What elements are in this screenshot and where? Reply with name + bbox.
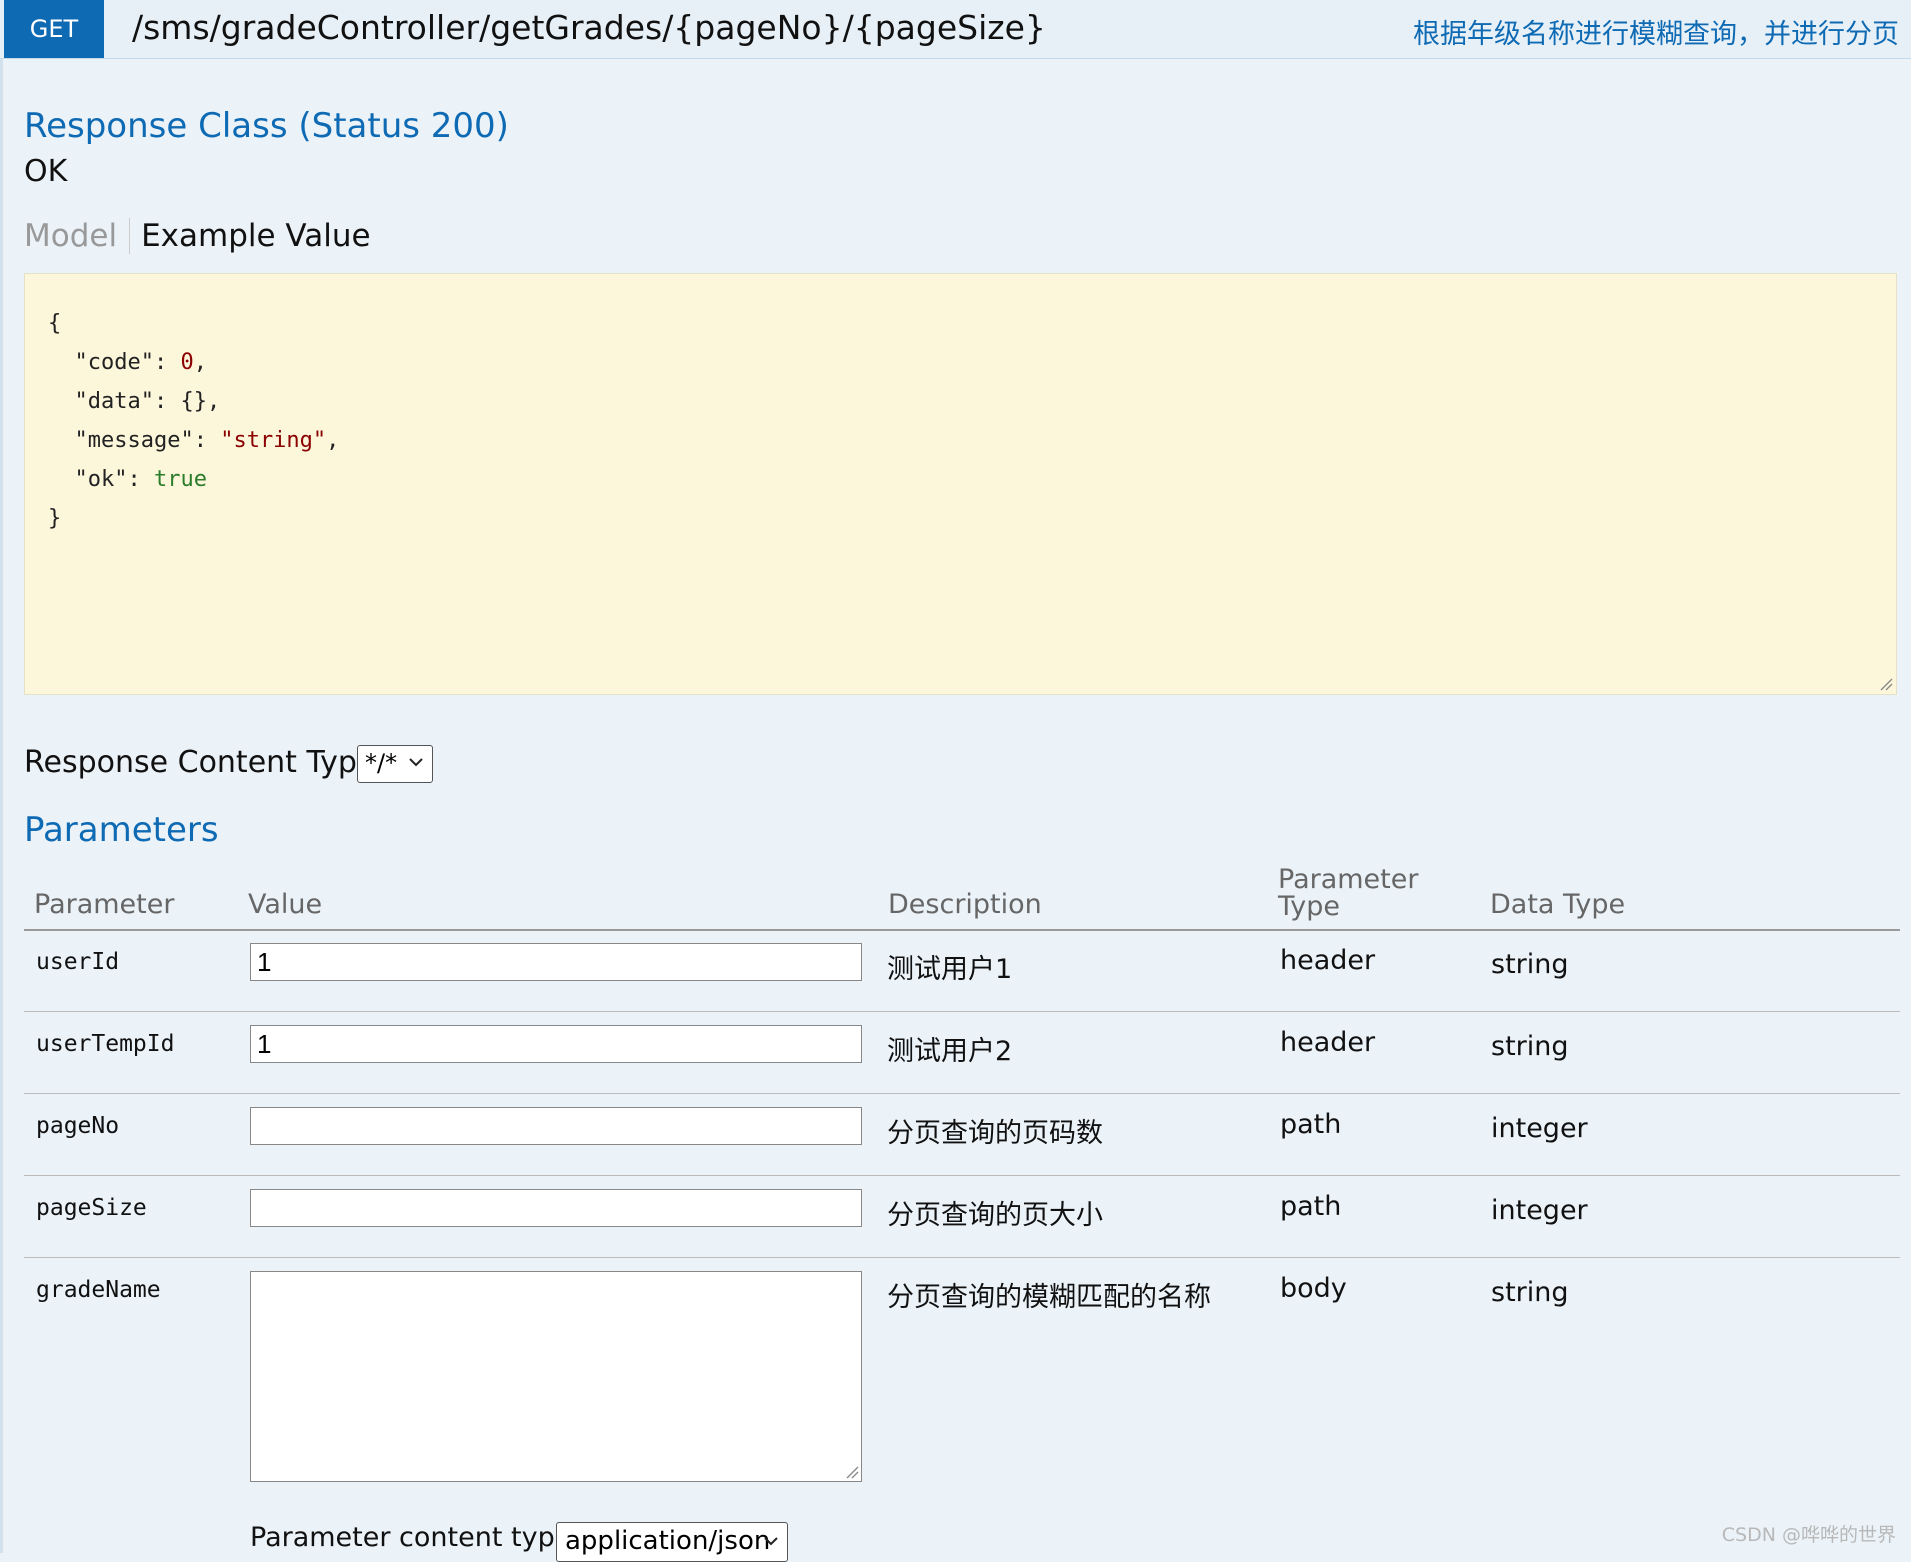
param-value-input[interactable]: 1 [250, 943, 862, 981]
param-value-input[interactable]: 1 [250, 1025, 862, 1063]
chevron-down-icon [409, 758, 423, 767]
http-method-badge[interactable]: GET [4, 0, 104, 58]
left-border [0, 58, 3, 1553]
chevron-down-icon [764, 1537, 778, 1546]
response-content-type-label: Response Content Type [24, 745, 376, 780]
col-description: Description [888, 889, 1042, 920]
param-value-input[interactable] [250, 1107, 862, 1145]
col-parameter-type: Parameter Type [1278, 864, 1419, 922]
param-description: 测试用户1 [887, 954, 1013, 985]
table-row: userTempId 1 测试用户2 header string [24, 1011, 1900, 1094]
param-name: pageNo [36, 1113, 120, 1139]
param-body-textarea[interactable] [250, 1271, 862, 1482]
example-json: { "code": 0, "data": {}, "message": "str… [48, 311, 340, 531]
operation-path[interactable]: /sms/gradeController/getGrades/{pageNo}/… [132, 8, 1046, 47]
param-type: path [1280, 1109, 1342, 1140]
watermark: CSDN @哗哗的世界 [1721, 1524, 1896, 1546]
param-name: userId [36, 949, 120, 975]
param-data-type: string [1491, 1277, 1569, 1308]
param-name: pageSize [36, 1195, 147, 1221]
parameters-table-header: Parameter Value Description Parameter Typ… [24, 866, 1900, 931]
param-data-type: integer [1491, 1113, 1588, 1144]
param-type: path [1280, 1191, 1342, 1222]
param-data-type: string [1491, 1031, 1569, 1062]
table-row: gradeName 分页查询的模糊匹配的名称 body string [24, 1257, 1900, 1553]
col-data-type: Data Type [1490, 889, 1626, 920]
response-class-heading: Response Class (Status 200) [24, 106, 509, 146]
param-description: 分页查询的页码数 [887, 1118, 1103, 1149]
operation-header[interactable]: GET /sms/gradeController/getGrades/{page… [0, 0, 1911, 59]
table-row: pageNo 分页查询的页码数 path integer [24, 1093, 1900, 1176]
response-content-type-select[interactable]: */* [357, 745, 433, 783]
param-data-type: string [1491, 949, 1569, 980]
param-description: 测试用户2 [887, 1036, 1013, 1067]
tab-model[interactable]: Model [24, 218, 131, 254]
parameter-content-type-label: Parameter content type: [250, 1522, 581, 1553]
param-description: 分页查询的模糊匹配的名称 [887, 1282, 1211, 1313]
param-type: body [1280, 1273, 1347, 1304]
table-row: userId 1 测试用户1 header string [24, 929, 1900, 1012]
param-value-input[interactable] [250, 1189, 862, 1227]
response-status-text: OK [24, 154, 68, 189]
resize-grip-icon[interactable] [845, 1465, 859, 1479]
param-type: header [1280, 945, 1376, 976]
tab-example-value[interactable]: Example Value [130, 218, 370, 254]
parameters-heading: Parameters [24, 810, 219, 850]
response-tabs: Model Example Value [24, 218, 371, 254]
col-value: Value [248, 889, 323, 920]
resize-grip-icon[interactable] [1879, 677, 1893, 691]
col-parameter: Parameter [34, 889, 175, 920]
table-row: pageSize 分页查询的页大小 path integer [24, 1175, 1900, 1258]
example-value-box[interactable]: { "code": 0, "data": {}, "message": "str… [24, 273, 1897, 695]
param-type: header [1280, 1027, 1376, 1058]
param-data-type: integer [1491, 1195, 1588, 1226]
param-name: gradeName [36, 1277, 161, 1303]
param-name: userTempId [36, 1031, 175, 1057]
parameter-content-type-select[interactable]: application/json [556, 1522, 788, 1562]
operation-summary[interactable]: 根据年级名称进行模糊查询，并进行分页 [1413, 12, 1899, 51]
param-description: 分页查询的页大小 [887, 1200, 1103, 1231]
